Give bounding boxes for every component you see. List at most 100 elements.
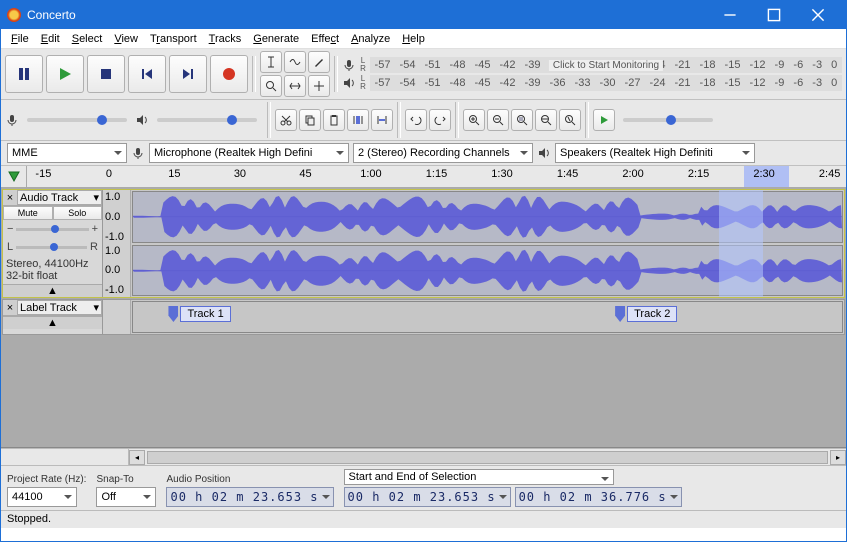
snap-select[interactable]: Off [96,487,156,507]
menu-view[interactable]: View [108,31,144,47]
track-close-button[interactable]: × [3,192,17,204]
play-at-speed-button[interactable] [593,109,615,131]
scroll-left-button[interactable]: ◂ [129,450,145,465]
waveform-icon [133,192,842,242]
solo-button[interactable]: Solo [53,206,103,220]
pan-slider[interactable]: LR [3,238,102,256]
menu-effect[interactable]: Effect [305,31,345,47]
recording-meter[interactable]: -57-54-51-48-45-42-39-36-33-30-27-24-21-… [370,57,842,73]
audio-host-select[interactable]: MME [7,143,127,163]
silence-icon [376,114,388,126]
timeshift-tool-button[interactable] [284,75,306,97]
menu-help[interactable]: Help [396,31,431,47]
horizontal-scrollbar[interactable]: ◂ ▸ [1,448,846,465]
cut-button[interactable] [275,109,297,131]
pause-button[interactable] [5,55,43,93]
audio-position-label: Audio Position [166,474,333,485]
label-area[interactable]: Track 1 Track 2 [132,301,843,333]
device-toolbar: MME Microphone (Realtek High Defini 2 (S… [1,141,846,166]
selection-tool-button[interactable] [260,51,282,73]
skip-start-button[interactable] [128,55,166,93]
silence-button[interactable] [371,109,393,131]
paste-button[interactable] [323,109,345,131]
zoom-selection-button[interactable] [511,109,533,131]
menu-analyze[interactable]: Analyze [345,31,396,47]
record-button[interactable] [210,55,248,93]
track-close-button[interactable]: × [3,302,17,314]
gain-slider[interactable]: −+ [3,220,102,238]
track-header[interactable]: × Audio Track▾ Mute Solo −+ LR Stereo, 4… [3,190,103,297]
snap-label: Snap-To [96,474,156,485]
undo-icon [410,114,422,126]
play-small-icon [598,114,610,126]
track-menu-button[interactable]: Label Track▾ [17,300,102,315]
minimize-button[interactable] [708,1,752,29]
scissors-icon [280,114,292,126]
play-button[interactable] [46,55,84,93]
mic-icon [131,146,145,160]
menu-generate[interactable]: Generate [247,31,305,47]
maximize-button[interactable] [752,1,796,29]
track-collapse-button[interactable]: ▲ [3,316,102,329]
multi-tool-button[interactable] [308,75,330,97]
trim-button[interactable] [347,109,369,131]
recording-channels-select[interactable]: 2 (Stereo) Recording Channels [353,143,533,163]
waveform-right[interactable] [132,245,843,297]
label-text[interactable]: Track 2 [627,306,677,322]
selection-start-field[interactable]: 00 h 02 m 23.653 s [344,487,511,507]
paste-icon [328,114,340,126]
track-menu-button[interactable]: Audio Track▾ [17,190,102,205]
label-marker[interactable]: Track 2 [615,306,677,322]
scroll-right-button[interactable]: ▸ [830,450,846,465]
timeline[interactable]: -1501530451:001:151:301:452:002:152:302:… [1,166,846,188]
playback-device-select[interactable]: Speakers (Realtek High Definiti [555,143,755,163]
zoom-in-icon [468,114,480,126]
waveform-left[interactable] [132,191,843,243]
menu-file[interactable]: File [5,31,35,47]
playback-speed-slider[interactable] [623,118,713,122]
project-rate-select[interactable]: 44100 [7,487,77,507]
menu-edit[interactable]: Edit [35,31,66,47]
waveform-area[interactable] [131,190,844,297]
vertical-scale[interactable]: 1.00.0-1.0 1.00.0-1.0 [103,190,131,297]
label-text[interactable]: Track 1 [180,306,230,322]
close-icon [811,8,825,22]
timeline-pin-button[interactable] [1,166,27,187]
recording-volume-slider[interactable] [27,118,127,122]
label-scale [103,300,131,334]
stop-button[interactable] [87,55,125,93]
mute-button[interactable]: Mute [3,206,53,220]
zoom-fit-button[interactable] [535,109,557,131]
zoom-in-button[interactable] [463,109,485,131]
playback-volume-slider[interactable] [157,118,257,122]
undo-button[interactable] [405,109,427,131]
menu-transport[interactable]: Transport [144,31,203,47]
selection-mode-select[interactable]: Start and End of Selection [344,469,614,485]
label-track-header[interactable]: × Label Track▾ ▲ [3,300,103,334]
menu-tracks[interactable]: Tracks [203,31,248,47]
label-track-row: × Label Track▾ ▲ Track 1 Track 2 [2,299,845,335]
scroll-thumb[interactable] [147,451,828,464]
menu-select[interactable]: Select [66,31,109,47]
close-button[interactable] [796,1,840,29]
playback-meter[interactable]: -57-54-51-48-45-42-39-36-33-30-27-24-21-… [370,75,842,91]
skip-end-button[interactable] [169,55,207,93]
trim-icon [352,114,364,126]
timeline-ruler[interactable]: -1501530451:001:151:301:452:002:152:302:… [27,166,846,187]
draw-tool-button[interactable] [308,51,330,73]
label-marker[interactable]: Track 1 [168,306,230,322]
zoom-toggle-button[interactable] [559,109,581,131]
envelope-tool-button[interactable] [284,51,306,73]
zoom-tool-button[interactable] [260,75,282,97]
track-collapse-button[interactable]: ▲ [3,284,102,297]
redo-button[interactable] [429,109,451,131]
copy-icon [304,114,316,126]
zoom-toggle-icon [564,114,576,126]
recording-device-select[interactable]: Microphone (Realtek High Defini [149,143,349,163]
zoom-out-button[interactable] [487,109,509,131]
selection-end-field[interactable]: 00 h 02 m 36.776 s [515,487,682,507]
copy-button[interactable] [299,109,321,131]
pause-icon [17,67,31,81]
audio-position-field[interactable]: 00 h 02 m 23.653 s [166,487,333,507]
status-text: Stopped. [7,513,51,525]
